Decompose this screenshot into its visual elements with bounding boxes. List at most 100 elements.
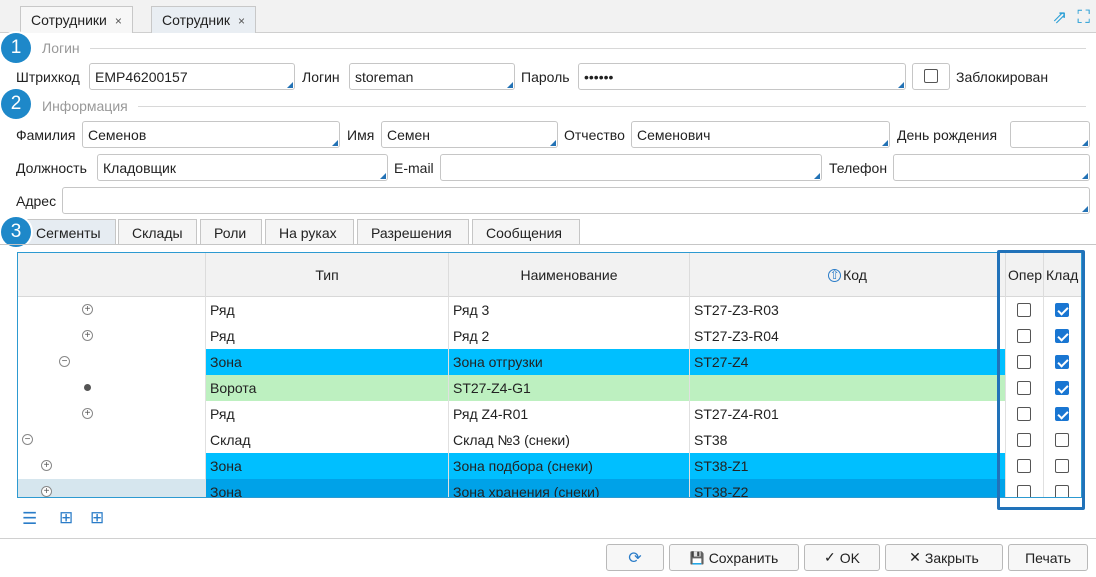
tab-on-hand[interactable]: На руках — [265, 219, 354, 244]
cell-type: Ряд — [205, 297, 448, 323]
tab-warehouses-label: Склады — [132, 225, 183, 241]
tree-cell[interactable]: + — [18, 323, 205, 349]
cell-name: Зона отгрузки — [448, 349, 689, 375]
cell-type: Ворота — [205, 375, 448, 401]
email-label: E-mail — [394, 160, 434, 176]
table-row[interactable]: + Зона Зона подбора (снеки) ST38-Z1 — [18, 453, 1081, 479]
tree-cell[interactable] — [18, 375, 205, 401]
tree-expand-icon[interactable]: + — [41, 460, 52, 471]
expand-nested-icon[interactable]: ⊞ — [90, 508, 104, 528]
section-info: Информация — [16, 96, 1086, 116]
email-input[interactable] — [440, 154, 822, 181]
fullscreen-icon[interactable]: ⛶ — [1077, 7, 1090, 28]
filter-icon[interactable]: ☰ — [22, 509, 37, 529]
section-login: Логин — [16, 38, 1086, 58]
tab-employees[interactable]: Сотрудники × — [20, 6, 133, 33]
close-label: Закрыть — [924, 549, 979, 566]
refresh-icon: ⟳ — [628, 549, 642, 567]
blocked-checkbox[interactable] — [924, 69, 938, 83]
cell-code: ST27-Z3-R04 — [689, 323, 1005, 349]
tree-expand-icon[interactable]: + — [41, 486, 52, 497]
cell-type: Ряд — [205, 323, 448, 349]
middle-name-input[interactable]: Семенович — [631, 121, 890, 148]
birthday-input[interactable] — [1010, 121, 1090, 148]
tab-messages-label: Сообщения — [486, 225, 562, 241]
tree-expand-icon[interactable]: + — [82, 330, 93, 341]
ok-label: OK — [839, 549, 860, 566]
tree-cell[interactable]: + — [18, 453, 205, 479]
cell-code: ST27-Z4 — [689, 349, 1005, 375]
barcode-input[interactable]: EMP46200157 — [89, 63, 295, 90]
table-row[interactable]: + Ряд Ряд Z4-R01 ST27-Z4-R01 — [18, 401, 1081, 427]
tree-cell[interactable]: + — [18, 479, 205, 497]
address-label: Адрес — [16, 193, 57, 209]
print-button[interactable]: Печать — [1008, 544, 1088, 571]
cell-type: Склад — [205, 427, 448, 453]
document-tab-bar: Сотрудники × Сотрудник × ⇗ ⛶ — [0, 0, 1096, 33]
login-input[interactable]: storeman — [349, 63, 515, 90]
tab-segments-label: Сегменты — [36, 225, 101, 241]
tree-cell[interactable]: − — [18, 427, 205, 453]
table-row[interactable]: − Зона Зона отгрузки ST27-Z4 — [18, 349, 1081, 375]
close-icon: ✕ — [909, 549, 921, 565]
table-row[interactable]: − Склад Склад №3 (снеки) ST38 — [18, 427, 1081, 453]
barcode-label: Штрихкод — [16, 69, 80, 85]
tree-leaf-icon — [84, 384, 91, 391]
window-controls: ⇗ ⛶ — [1052, 7, 1090, 28]
tree-expand-icon[interactable]: + — [82, 408, 93, 419]
table-row[interactable]: + Ряд Ряд 3 ST27-Z3-R03 — [18, 297, 1081, 323]
cell-type: Зона — [205, 349, 448, 375]
callout-badge-1: 1 — [1, 33, 31, 63]
cell-code: ST38-Z1 — [689, 453, 1005, 479]
blocked-label: Заблокирован — [956, 69, 1049, 85]
blocked-checkbox-frame[interactable] — [912, 63, 950, 90]
cell-code: ST27-Z4-R01 — [689, 401, 1005, 427]
tab-employees-close-icon[interactable]: × — [115, 14, 122, 28]
callout-badge-2: 2 — [1, 89, 31, 119]
segments-grid: Тип Наименование ⇧ Код Опер Клад + Ряд Ряд … — [17, 252, 1082, 498]
cell-name: ST27-Z4-G1 — [448, 375, 689, 401]
tab-permissions[interactable]: Разрешения — [357, 219, 469, 244]
phone-label: Телефон — [829, 160, 888, 176]
open-external-icon[interactable]: ⇗ — [1052, 7, 1067, 28]
table-row[interactable]: + Ряд Ряд 2 ST27-Z3-R04 — [18, 323, 1081, 349]
save-icon: 💾 — [689, 550, 705, 565]
last-name-input[interactable]: Семенов — [82, 121, 340, 148]
tab-messages[interactable]: Сообщения — [472, 219, 580, 244]
position-input[interactable]: Кладовщик — [97, 154, 388, 181]
tab-roles[interactable]: Роли — [200, 219, 262, 244]
column-header-name[interactable]: Наименование — [448, 253, 689, 297]
tree-cell[interactable]: + — [18, 297, 205, 323]
tree-collapse-icon[interactable]: − — [59, 356, 70, 367]
table-row[interactable]: + Зона Зона хранения (снеки) ST38-Z2 — [18, 479, 1081, 497]
save-button[interactable]: 💾 Сохранить — [669, 544, 799, 571]
address-input[interactable] — [62, 187, 1090, 214]
tab-warehouses[interactable]: Склады — [118, 219, 197, 244]
tree-collapse-icon[interactable]: − — [22, 434, 33, 445]
tab-permissions-label: Разрешения — [371, 225, 452, 241]
tab-employee-label: Сотрудник — [162, 12, 231, 28]
column-header-code[interactable]: ⇧ Код — [689, 253, 1005, 297]
tree-cell[interactable]: + — [18, 401, 205, 427]
password-input[interactable]: •••••• — [578, 63, 906, 90]
column-header-type[interactable]: Тип — [205, 253, 448, 297]
tab-employees-label: Сотрудники — [31, 12, 107, 28]
cell-type: Зона — [205, 453, 448, 479]
first-name-input[interactable]: Семен — [381, 121, 558, 148]
close-button[interactable]: ✕ Закрыть — [885, 544, 1003, 571]
print-label: Печать — [1025, 549, 1071, 566]
expand-all-icon[interactable]: ⊞ — [59, 508, 73, 528]
phone-input[interactable] — [893, 154, 1090, 181]
column-type-label: Тип — [315, 267, 339, 283]
table-row[interactable]: Ворота ST27-Z4-G1 — [18, 375, 1081, 401]
tree-expand-icon[interactable]: + — [82, 304, 93, 315]
grid-header: Тип Наименование ⇧ Код Опер Клад — [18, 253, 1081, 297]
tab-segments[interactable]: Сегменты — [18, 219, 116, 244]
ok-button[interactable]: ✓ OK — [804, 544, 880, 571]
tree-cell[interactable]: − — [18, 349, 205, 375]
tab-on-hand-label: На руках — [279, 225, 337, 241]
tab-employee[interactable]: Сотрудник × — [151, 6, 257, 33]
tab-employee-close-icon[interactable]: × — [238, 14, 245, 28]
refresh-button[interactable]: ⟳ — [606, 544, 664, 571]
column-code-label: Код — [843, 267, 867, 283]
